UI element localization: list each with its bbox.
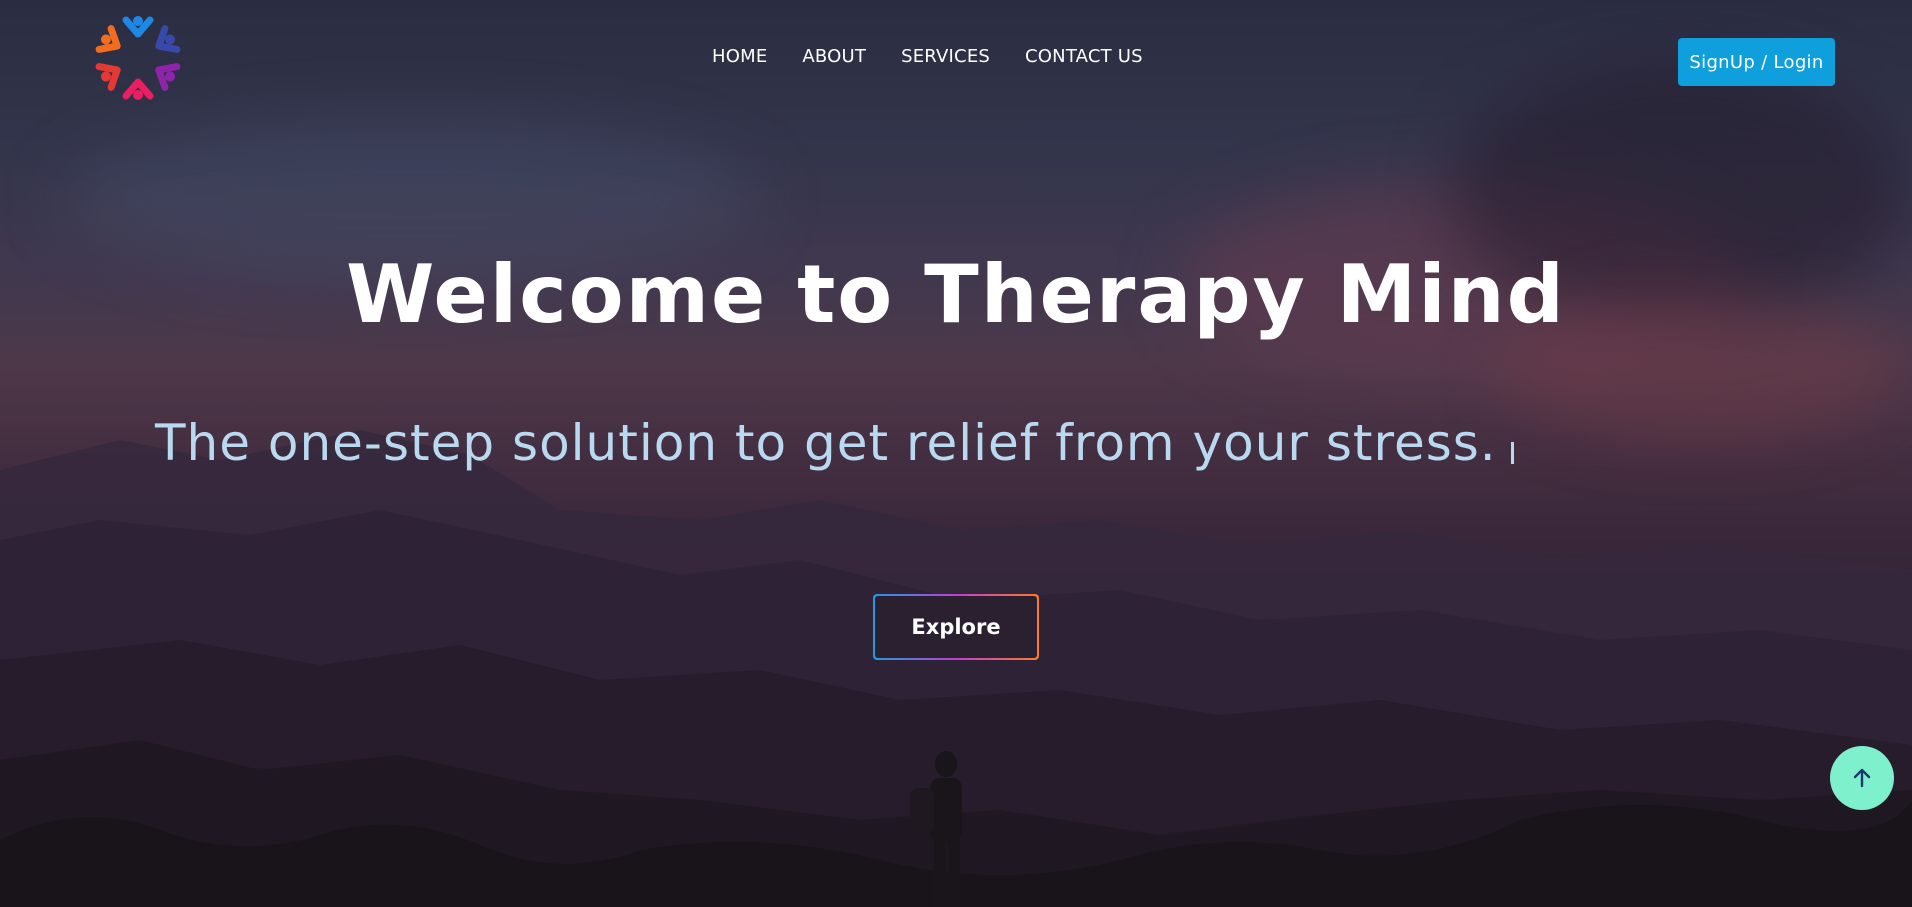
nav-home[interactable]: HOME xyxy=(712,46,767,67)
scroll-to-top-button[interactable] xyxy=(1830,746,1894,810)
nav-about[interactable]: ABOUT xyxy=(802,46,866,67)
arrow-up-icon xyxy=(1853,768,1871,788)
explore-button-label: Explore xyxy=(875,596,1037,658)
signup-login-button[interactable]: SignUp / Login xyxy=(1678,38,1835,86)
hero-title: Welcome to Therapy Mind xyxy=(346,248,1566,341)
people-circle-logo-icon[interactable] xyxy=(90,10,186,106)
nav-contact-us[interactable]: CONTACT US xyxy=(1025,46,1143,67)
typing-cursor xyxy=(1510,442,1514,464)
hero-subtitle: The one-step solution to get relief from… xyxy=(155,414,1497,472)
explore-button[interactable]: Explore xyxy=(873,594,1039,660)
nav-services[interactable]: SERVICES xyxy=(901,46,990,67)
hero-subtitle-wrap: The one-step solution to get relief from… xyxy=(155,414,1514,472)
main-nav: HOME ABOUT SERVICES CONTACT US xyxy=(712,46,1178,67)
